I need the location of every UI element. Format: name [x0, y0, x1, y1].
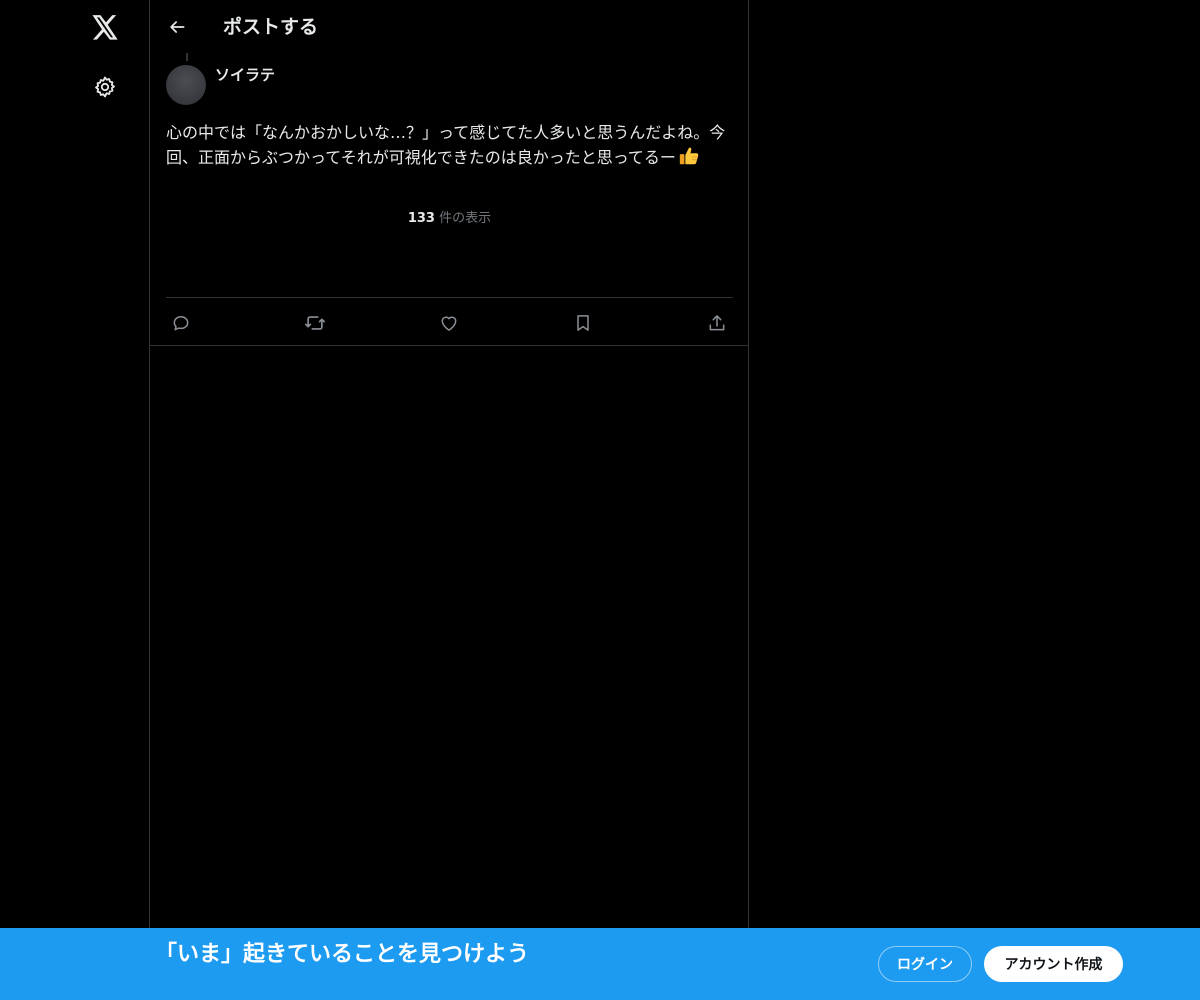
page-title: ポストする — [223, 16, 319, 38]
repost-icon — [305, 316, 325, 330]
banner-headline: 「いま」起きていることを見つけよう — [155, 942, 530, 967]
login-button[interactable]: ログイン — [878, 946, 972, 982]
left-nav — [0, 0, 149, 1000]
divider — [150, 345, 748, 346]
post-body: 心の中では「なんかおかしいな…？」って感じてた人多いと思うんだよね。今回、正面か… — [166, 123, 726, 167]
bookmark-icon — [577, 315, 589, 331]
reply-button[interactable] — [166, 308, 196, 338]
post-action-bar — [166, 297, 733, 346]
app-root: ポストする ソイラテ 心の中では「なんかおかしいな…？」って感じてた人多いと思う… — [0, 0, 1200, 1000]
main-column: ポストする ソイラテ 心の中では「なんかおかしいな…？」って感じてた人多いと思う… — [149, 0, 749, 928]
author-name[interactable]: ソイラテ — [215, 65, 275, 85]
post-text: 心の中では「なんかおかしいな…？」って感じてた人多いと思うんだよね。今回、正面か… — [166, 120, 733, 170]
x-logo-icon[interactable] — [83, 6, 127, 50]
repost-button[interactable] — [300, 308, 330, 338]
back-arrow-icon[interactable] — [160, 10, 194, 44]
view-count-label: 件の表示 — [439, 211, 492, 226]
signup-button[interactable]: アカウント作成 — [984, 946, 1123, 982]
view-count-number: 133 — [407, 211, 435, 226]
signup-banner: 「いま」起きていることを見つけよう ログイン アカウント作成 — [0, 928, 1200, 1000]
page-header: ポストする — [150, 0, 748, 53]
share-button[interactable] — [702, 308, 732, 338]
thumbs-up-icon — [679, 147, 699, 165]
avatar[interactable] — [166, 65, 206, 105]
share-icon — [709, 315, 725, 331]
settings-gear-icon[interactable] — [83, 65, 127, 109]
thread-line — [186, 53, 188, 61]
view-count: 133 件の表示 — [166, 210, 733, 228]
bookmark-button[interactable] — [568, 308, 598, 338]
reply-icon — [173, 316, 189, 331]
like-button[interactable] — [434, 308, 464, 338]
like-icon — [441, 316, 457, 331]
